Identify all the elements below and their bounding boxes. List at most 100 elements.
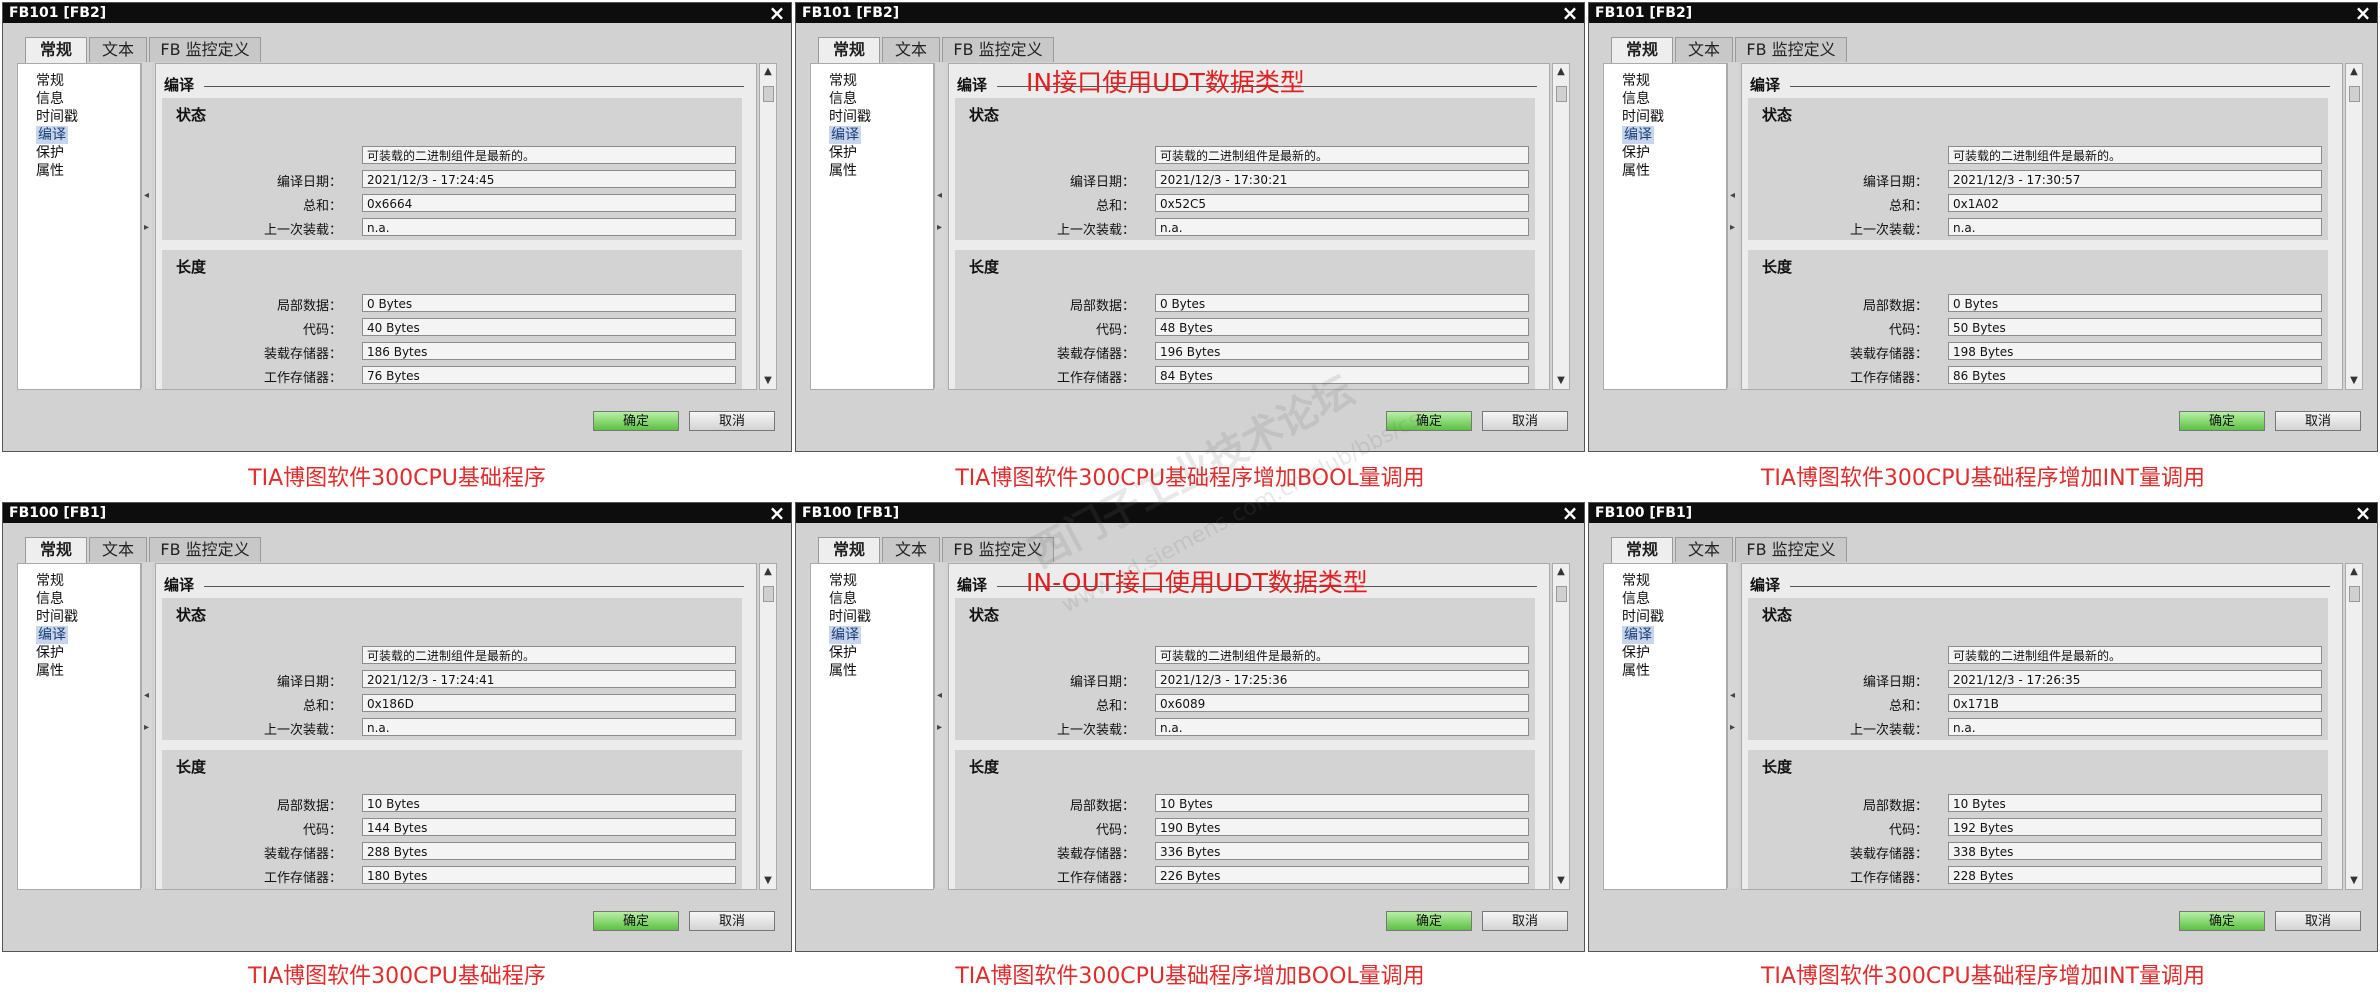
tab-general[interactable]: 常规 (1611, 537, 1673, 564)
code-field[interactable]: 40 Bytes (362, 318, 736, 336)
nav-item[interactable]: 保护 (829, 644, 857, 662)
nav-item[interactable]: 常规 (829, 72, 857, 90)
status-value-field[interactable]: 可装载的二进制组件是最新的。 (362, 646, 736, 664)
scroll-down-icon[interactable]: ▼ (760, 373, 776, 389)
load-mem-field[interactable]: 196 Bytes (1155, 342, 1529, 360)
date-field[interactable]: 2021/12/3 - 17:24:45 (362, 170, 736, 188)
nav-item[interactable]: 时间戳 (1622, 608, 1664, 626)
cancel-button[interactable]: 取消 (2275, 411, 2361, 431)
expand-right-icon[interactable]: ▸ (1730, 223, 1736, 233)
tab-general[interactable]: 常规 (818, 537, 880, 564)
tab-fb-monitoring[interactable]: FB 监控定义 (149, 37, 261, 62)
nav-item[interactable]: 保护 (1622, 144, 1650, 162)
collapse-left-icon[interactable]: ◂ (1730, 191, 1736, 201)
nav-item[interactable]: 常规 (36, 72, 64, 90)
local-field[interactable]: 0 Bytes (362, 294, 736, 312)
expand-right-icon[interactable]: ▸ (937, 723, 943, 733)
ok-button[interactable]: 确定 (1386, 911, 1472, 931)
checksum-field[interactable]: 0x6664 (362, 194, 736, 212)
scroll-up-icon[interactable]: ▲ (760, 64, 776, 80)
scroll-up-icon[interactable]: ▲ (1553, 64, 1569, 80)
nav-item[interactable]: 属性 (829, 662, 857, 680)
scroll-thumb[interactable] (763, 586, 774, 602)
load-mem-field[interactable]: 186 Bytes (362, 342, 736, 360)
nav-item[interactable]: 属性 (36, 662, 64, 680)
nav-item[interactable]: 编译 (36, 126, 68, 144)
nav-item[interactable]: 时间戳 (829, 108, 871, 126)
nav-item[interactable]: 编译 (829, 626, 861, 644)
dialog-titlebar[interactable]: FB101 [FB2] × (3, 3, 791, 23)
scroll-up-icon[interactable]: ▲ (2346, 564, 2362, 580)
scroll-down-icon[interactable]: ▼ (760, 873, 776, 889)
cancel-button[interactable]: 取消 (2275, 911, 2361, 931)
tab-fb-monitoring[interactable]: FB 监控定义 (942, 37, 1054, 62)
load-mem-field[interactable]: 288 Bytes (362, 842, 736, 860)
code-field[interactable]: 144 Bytes (362, 818, 736, 836)
pane-splitter[interactable]: ◂ ▸ (934, 63, 945, 388)
checksum-field[interactable]: 0x52C5 (1155, 194, 1529, 212)
last-load-field[interactable]: n.a. (1155, 218, 1529, 236)
work-mem-field[interactable]: 86 Bytes (1948, 366, 2322, 384)
pane-splitter[interactable]: ◂ ▸ (934, 563, 945, 888)
nav-item[interactable]: 编译 (1622, 126, 1654, 144)
work-mem-field[interactable]: 76 Bytes (362, 366, 736, 384)
nav-item[interactable]: 时间戳 (829, 608, 871, 626)
status-value-field[interactable]: 可装载的二进制组件是最新的。 (362, 146, 736, 164)
nav-item[interactable]: 常规 (829, 572, 857, 590)
close-icon[interactable]: × (2353, 503, 2373, 523)
tab-fb-monitoring[interactable]: FB 监控定义 (1735, 37, 1847, 62)
scroll-up-icon[interactable]: ▲ (1553, 564, 1569, 580)
expand-right-icon[interactable]: ▸ (1730, 723, 1736, 733)
close-icon[interactable]: × (1560, 503, 1580, 523)
tab-general[interactable]: 常规 (818, 37, 880, 64)
work-mem-field[interactable]: 180 Bytes (362, 866, 736, 884)
code-field[interactable]: 192 Bytes (1948, 818, 2322, 836)
pane-splitter[interactable]: ◂ ▸ (1727, 63, 1738, 388)
cancel-button[interactable]: 取消 (1482, 911, 1568, 931)
nav-item[interactable]: 属性 (36, 162, 64, 180)
local-field[interactable]: 0 Bytes (1948, 294, 2322, 312)
scroll-up-icon[interactable]: ▲ (760, 564, 776, 580)
scroll-thumb[interactable] (2349, 86, 2360, 102)
ok-button[interactable]: 确定 (593, 911, 679, 931)
date-field[interactable]: 2021/12/3 - 17:30:21 (1155, 170, 1529, 188)
vertical-scrollbar[interactable]: ▲ ▼ (1552, 63, 1570, 390)
last-load-field[interactable]: n.a. (1155, 718, 1529, 736)
vertical-scrollbar[interactable]: ▲ ▼ (759, 563, 777, 890)
scroll-thumb[interactable] (763, 86, 774, 102)
dialog-titlebar[interactable]: FB100 [FB1] × (1589, 503, 2377, 523)
checksum-field[interactable]: 0x186D (362, 694, 736, 712)
cancel-button[interactable]: 取消 (689, 911, 775, 931)
status-value-field[interactable]: 可装载的二进制组件是最新的。 (1155, 146, 1529, 164)
tab-text[interactable]: 文本 (882, 537, 940, 562)
nav-item[interactable]: 常规 (1622, 72, 1650, 90)
local-field[interactable]: 10 Bytes (1948, 794, 2322, 812)
nav-item[interactable]: 信息 (36, 90, 64, 108)
status-value-field[interactable]: 可装载的二进制组件是最新的。 (1948, 646, 2322, 664)
load-mem-field[interactable]: 198 Bytes (1948, 342, 2322, 360)
load-mem-field[interactable]: 338 Bytes (1948, 842, 2322, 860)
vertical-scrollbar[interactable]: ▲ ▼ (759, 63, 777, 390)
local-field[interactable]: 0 Bytes (1155, 294, 1529, 312)
nav-item[interactable]: 时间戳 (36, 108, 78, 126)
scroll-down-icon[interactable]: ▼ (2346, 373, 2362, 389)
pane-splitter[interactable]: ◂ ▸ (1727, 563, 1738, 888)
checksum-field[interactable]: 0x1A02 (1948, 194, 2322, 212)
tab-text[interactable]: 文本 (1675, 37, 1733, 62)
code-field[interactable]: 50 Bytes (1948, 318, 2322, 336)
nav-item[interactable]: 信息 (36, 590, 64, 608)
nav-item[interactable]: 属性 (1622, 662, 1650, 680)
local-field[interactable]: 10 Bytes (1155, 794, 1529, 812)
vertical-scrollbar[interactable]: ▲ ▼ (1552, 563, 1570, 890)
date-field[interactable]: 2021/12/3 - 17:24:41 (362, 670, 736, 688)
nav-item[interactable]: 保护 (1622, 644, 1650, 662)
nav-item[interactable]: 时间戳 (1622, 108, 1664, 126)
last-load-field[interactable]: n.a. (362, 218, 736, 236)
vertical-scrollbar[interactable]: ▲ ▼ (2345, 563, 2363, 890)
date-field[interactable]: 2021/12/3 - 17:25:36 (1155, 670, 1529, 688)
dialog-titlebar[interactable]: FB100 [FB1] × (796, 503, 1584, 523)
close-icon[interactable]: × (767, 503, 787, 523)
nav-item[interactable]: 保护 (829, 144, 857, 162)
expand-right-icon[interactable]: ▸ (144, 223, 150, 233)
nav-item[interactable]: 常规 (1622, 572, 1650, 590)
